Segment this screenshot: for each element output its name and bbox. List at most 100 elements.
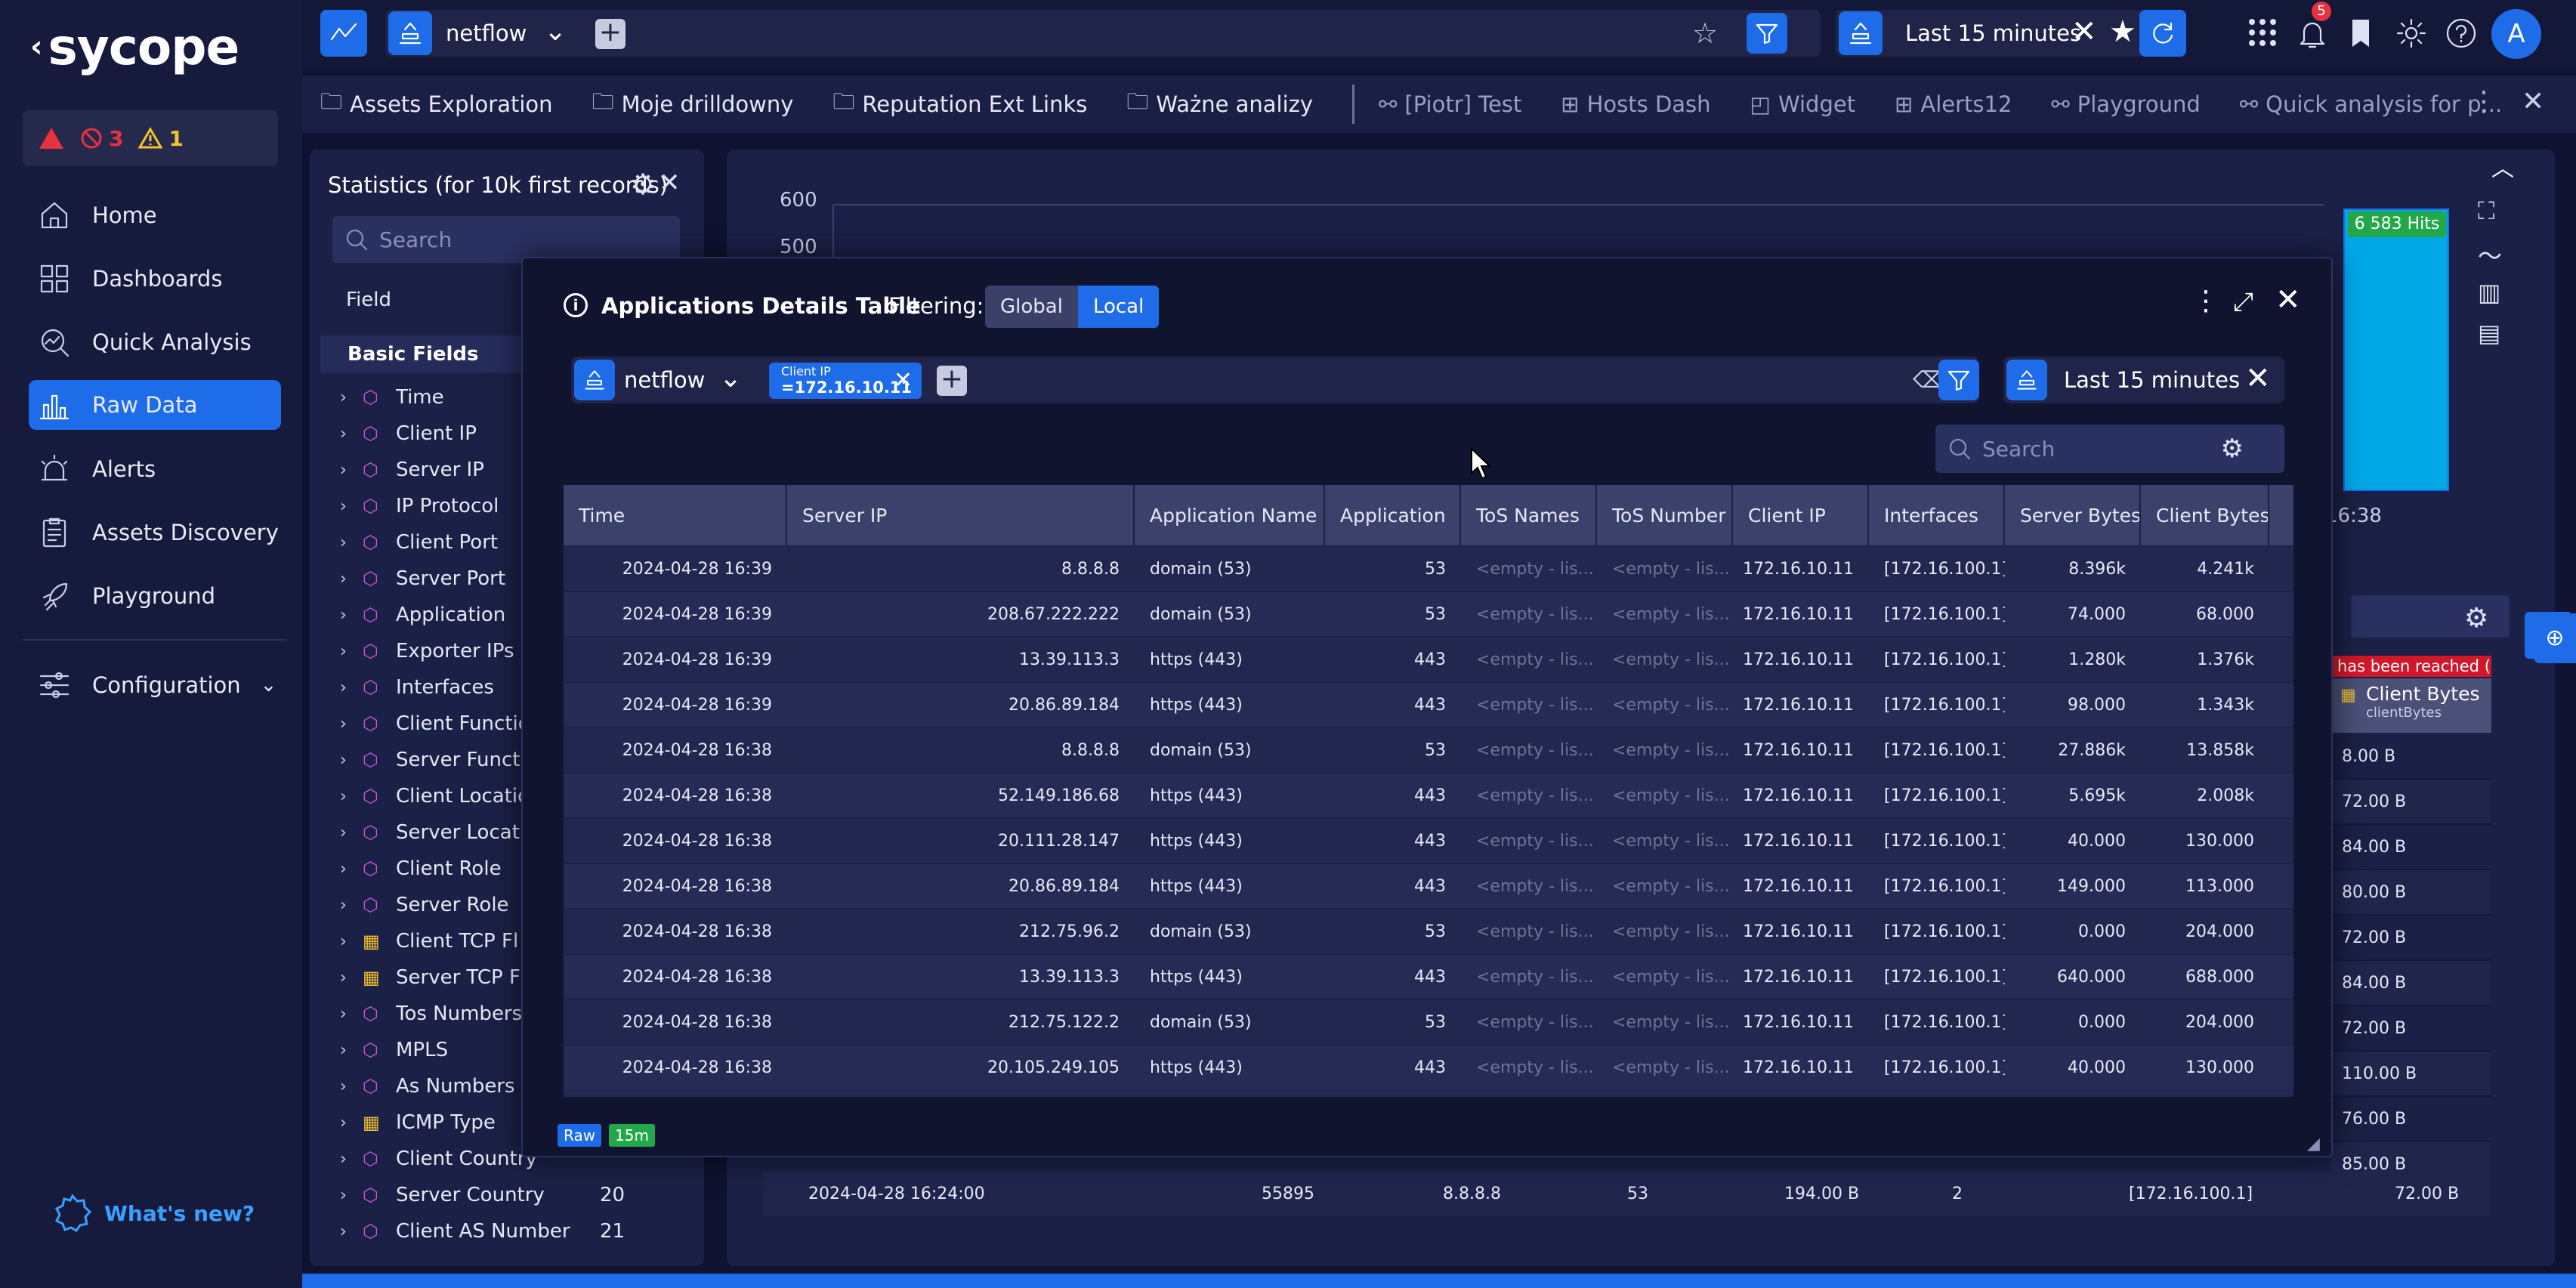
bookmark-icon[interactable] — [2349, 18, 2372, 48]
time-icon-button[interactable] — [1839, 11, 1883, 55]
sidebar-item-home[interactable]: Home — [29, 190, 281, 240]
table-row[interactable]: 2024-04-28 16:38 8.8.8.8 domain (53) 53 <emp… — [564, 727, 2293, 772]
close-icon[interactable]: ✕ — [2275, 283, 2301, 317]
column-header-tos-names[interactable]: ToS Names — [1461, 485, 1597, 545]
gear-icon[interactable] — [2395, 17, 2428, 50]
table-row[interactable]: 2024-04-28 16:24:00 55895 8.8.8.8 53 194… — [763, 1172, 2491, 1216]
close-icon[interactable]: ✕ — [2071, 14, 2097, 49]
filter-button[interactable] — [1938, 360, 1979, 400]
chevron-right-icon[interactable]: › — [340, 823, 363, 842]
refresh-button[interactable] — [2139, 10, 2186, 57]
document-icon[interactable]: ▤ — [2478, 319, 2500, 347]
sidebar-item-quick-analysis[interactable]: Quick Analysis — [29, 317, 281, 367]
chevron-right-icon[interactable]: › — [340, 461, 363, 480]
table-row[interactable]: 2024-04-28 16:38 20.105.249.105 https (443… — [564, 1044, 2293, 1089]
chevron-right-icon[interactable]: › — [340, 1005, 363, 1024]
column-header-app-name[interactable]: Application Name — [1135, 485, 1325, 545]
chevron-right-icon[interactable]: › — [340, 860, 363, 879]
user-avatar[interactable]: A — [2491, 9, 2541, 59]
chevron-right-icon[interactable]: › — [340, 787, 363, 806]
table-row[interactable]: 2024-04-28 16:38 13.39.113.3 https (443) 44… — [564, 953, 2293, 999]
gear-icon[interactable]: ⚙ — [630, 168, 656, 201]
table-row[interactable]: 2024-04-28 16:38 212.75.96.2 domain (53) 53… — [564, 908, 2293, 953]
chevron-right-icon[interactable]: › — [340, 388, 363, 407]
chevron-right-icon[interactable]: › — [340, 678, 363, 697]
shortcut-playground[interactable]: ⚯ Playground — [2051, 91, 2200, 117]
chevron-right-icon[interactable]: › — [340, 425, 363, 443]
filter-button[interactable] — [1747, 13, 1787, 54]
shortcut-quick-analysis[interactable]: ⚯ Quick analysis for p... — [2240, 91, 2502, 117]
resize-handle-icon[interactable]: ◢ — [2307, 1135, 2320, 1154]
chevron-right-icon[interactable]: › — [340, 570, 363, 588]
datasource-icon-button[interactable] — [388, 11, 432, 55]
sidebar-item-raw-data[interactable]: Raw Data — [29, 380, 281, 430]
more-vertical-icon[interactable]: ⋮ — [2192, 286, 2219, 317]
chevron-right-icon[interactable]: › — [340, 968, 363, 987]
table-row[interactable]: 2024-04-28 16:39 20.86.89.184 https (443) 4… — [564, 681, 2293, 727]
brand-logo[interactable]: ‹ sycope — [30, 18, 239, 76]
bell-icon[interactable] — [2296, 17, 2328, 50]
chevron-right-icon[interactable]: › — [340, 896, 363, 915]
table-row[interactable]: 2024-04-28 16:38 212.75.122.2 domain (53) 5… — [564, 999, 2293, 1044]
column-header-interfaces[interactable]: Interfaces — [1869, 485, 2005, 545]
close-icon[interactable]: ✕ — [894, 367, 913, 394]
star-outline-icon[interactable]: ☆ — [1692, 19, 1718, 48]
time-icon-button[interactable] — [2006, 360, 2047, 400]
client-ip-filter-chip[interactable]: Client IP =172.16.10.11 ✕ — [769, 363, 922, 399]
collapse-chevron-up-icon[interactable]: ︿ — [2491, 150, 2514, 183]
sidebar-item-assets-discovery[interactable]: Assets Discovery — [29, 508, 281, 558]
column-header-server-bytes[interactable]: Server Bytes — [2005, 485, 2141, 545]
chevron-right-icon[interactable]: › — [340, 715, 363, 734]
datasource-icon-button[interactable] — [574, 360, 615, 400]
close-icon[interactable]: ✕ — [659, 168, 681, 198]
modal-search-input[interactable]: Search ⚙ — [1935, 425, 2284, 473]
close-icon[interactable]: ✕ — [2245, 361, 2271, 396]
column-header-app[interactable]: Application — [1325, 485, 1461, 545]
chevron-right-icon[interactable]: › — [340, 1041, 363, 1060]
help-icon[interactable] — [2445, 17, 2478, 50]
bookmark-folder-assets-exploration[interactable]: 🗀 Assets Exploration — [320, 86, 553, 123]
column-header-client-ip[interactable]: Client IP — [1733, 485, 1869, 545]
chevron-right-icon[interactable]: › — [340, 1222, 363, 1241]
info-icon[interactable]: i — [564, 293, 588, 317]
field-row[interactable]: › ⬡ Server Country 20 — [340, 1177, 703, 1213]
alert-summary[interactable]: 3 1 — [23, 110, 278, 166]
filter-global-button[interactable]: Global — [985, 286, 1078, 328]
chevron-right-icon[interactable]: › — [340, 1186, 363, 1205]
field-row[interactable]: › ⬡ Client AS Number 21 — [340, 1213, 703, 1249]
more-vertical-icon[interactable]: ⋮ — [2470, 86, 2497, 117]
apps-grid-icon[interactable] — [2247, 17, 2278, 48]
column-header-tos-number[interactable]: ToS Number — [1597, 485, 1733, 545]
chevron-down-icon[interactable]: ⌄ — [719, 363, 742, 394]
shortcut-piotr-test[interactable]: ⚯ [Piotr] Test — [1379, 91, 1521, 117]
chevron-right-icon[interactable]: › — [340, 1113, 363, 1132]
shortcut-hosts-dash[interactable]: ⊞ Hosts Dash — [1561, 91, 1710, 117]
expand-icon[interactable]: ⤢ — [2233, 287, 2253, 317]
chevron-right-icon[interactable]: › — [340, 606, 363, 625]
chevron-right-icon[interactable]: › — [340, 932, 363, 951]
table-row[interactable]: 2024-04-28 16:39 13.39.113.3 https (443) 44… — [564, 636, 2293, 681]
line-chart-icon[interactable]: 〜 — [2478, 237, 2502, 272]
gear-icon[interactable]: ⚙ — [2464, 603, 2488, 634]
chevron-right-icon[interactable]: › — [340, 751, 363, 770]
table-row[interactable]: 2024-04-28 16:38 20.86.89.184 https (443) 4… — [564, 863, 2293, 908]
shortcut-widget[interactable]: ◰ Widget — [1750, 91, 1856, 117]
statistics-search-input[interactable]: Search — [332, 216, 680, 263]
sidebar-item-playground[interactable]: Playground — [29, 571, 281, 621]
column-header-client-bytes[interactable]: Client Bytes — [2141, 485, 2269, 545]
chevron-right-icon[interactable]: › — [340, 1150, 363, 1169]
table-row[interactable]: 2024-04-28 16:38 20.111.28.147 https (443)… — [564, 817, 2293, 863]
chevron-right-icon[interactable]: › — [340, 533, 363, 552]
sidebar-item-configuration[interactable]: Configuration ⌄ — [29, 660, 281, 710]
crop-icon[interactable]: ⛶ — [2478, 196, 2494, 226]
close-icon[interactable]: ✕ — [2522, 86, 2544, 117]
table-row[interactable]: 2024-04-28 16:39 208.67.222.222 domain (53… — [564, 591, 2293, 636]
shortcut-alerts12[interactable]: ⊞ Alerts12 — [1895, 91, 2012, 117]
star-icon[interactable]: ★ — [2109, 14, 2136, 49]
datasource-selector[interactable]: netflow — [624, 367, 705, 393]
histogram-bar[interactable] — [2343, 208, 2449, 491]
add-widget-icon[interactable]: ⊕ — [2534, 613, 2576, 663]
column-header-server-ip[interactable]: Server IP — [787, 485, 1135, 545]
bookmark-folder-moje-drilldowny[interactable]: 🗀 Moje drilldowny — [592, 86, 794, 123]
table-row[interactable]: 2024-04-28 16:39 8.8.8.8 domain (53) 53 <emp… — [564, 545, 2293, 591]
